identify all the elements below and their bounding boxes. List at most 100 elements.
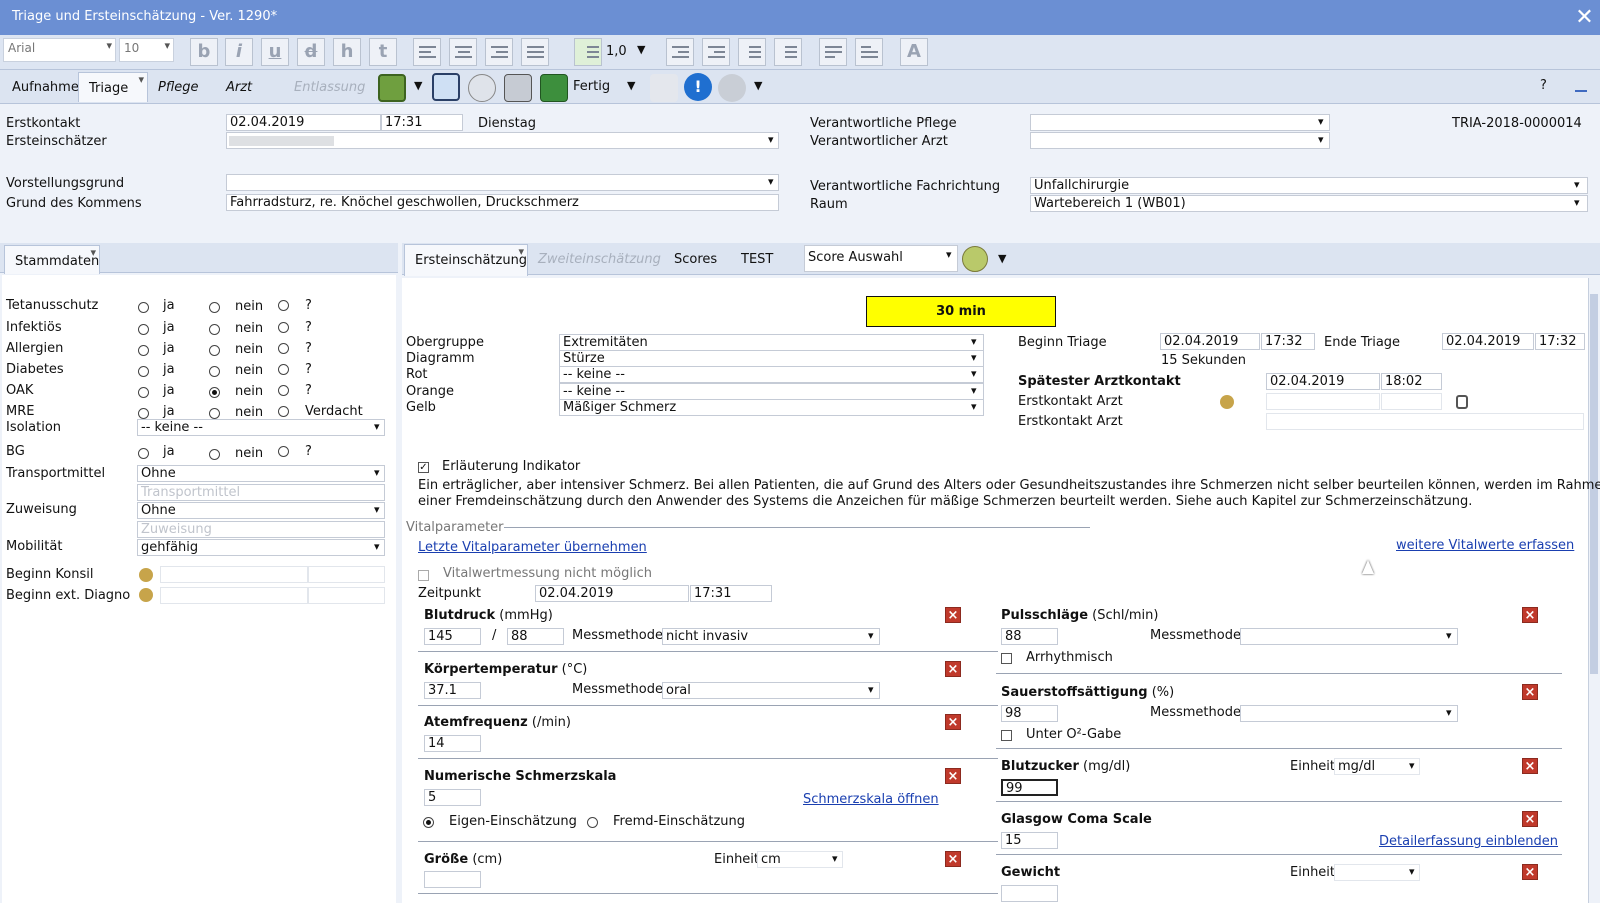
ja-radio[interactable]	[138, 345, 149, 356]
zeitpunkt-time[interactable]: 17:31	[690, 585, 772, 602]
erstkontakt-arzt-date[interactable]	[1266, 393, 1380, 410]
rot-select[interactable]: -- keine --	[559, 366, 984, 383]
superscript-icon[interactable]: h	[333, 38, 361, 66]
align-justify-icon[interactable]	[521, 38, 549, 66]
paragraph-top-icon[interactable]	[819, 38, 847, 66]
unknown-radio[interactable]	[278, 343, 289, 354]
diagno-date-input[interactable]	[160, 587, 308, 604]
add-person-icon[interactable]	[1220, 395, 1234, 409]
blutzucker-dropdown-icon[interactable]: ▾	[1409, 759, 1415, 772]
gelb-select[interactable]: Mäßiger Schmerz	[559, 399, 984, 416]
align-center-icon[interactable]	[449, 38, 477, 66]
bold-icon[interactable]: b	[190, 38, 218, 66]
raum-select[interactable]: Wartebereich 1 (WB01)	[1030, 195, 1588, 212]
tab-ersteinschaetzung[interactable]: Ersteinschätzung	[404, 244, 528, 276]
arzt-select[interactable]	[1030, 132, 1330, 149]
isolation-dropdown-icon[interactable]: ▾	[374, 420, 380, 433]
layout-dropdown-icon[interactable]: ▼	[414, 79, 422, 92]
tab-aufnahme[interactable]: Aufnahme	[2, 72, 89, 102]
raum-dropdown-icon[interactable]: ▾	[1574, 196, 1580, 209]
timer-dropdown-icon[interactable]: ▼	[998, 252, 1006, 265]
ende-triage-date[interactable]: 02.04.2019	[1442, 333, 1534, 350]
help-icon[interactable]: ?	[1540, 78, 1547, 93]
mobilitaet-select[interactable]: gehfähig	[137, 539, 385, 556]
blutdruck-dia-input[interactable]: 88	[507, 628, 564, 645]
vorstellungsgrund-select[interactable]	[226, 174, 779, 191]
ja-radio[interactable]	[138, 302, 149, 313]
fertig-dropdown-icon[interactable]: ▼	[627, 79, 635, 92]
blutdruck-dropdown-icon[interactable]: ▾	[868, 629, 874, 642]
tab-test[interactable]: TEST	[731, 244, 783, 274]
nicht-moeglich-checkbox[interactable]	[418, 570, 429, 581]
gelb-dropdown-icon[interactable]: ▾	[971, 400, 977, 413]
grund-input[interactable]: Fahrradsturz, re. Knöchel geschwollen, D…	[226, 194, 779, 211]
ja-radio[interactable]	[138, 387, 149, 398]
bg-unknown-radio[interactable]	[278, 446, 289, 457]
remove-temperatur-icon[interactable]: ×	[945, 661, 961, 677]
remove-atemfrequenz-icon[interactable]: ×	[945, 714, 961, 730]
arrhythmisch-checkbox[interactable]	[1001, 653, 1012, 664]
bg-nein-radio[interactable]	[209, 449, 220, 460]
remove-puls-icon[interactable]: ×	[1522, 607, 1538, 623]
underline-icon[interactable]: u	[261, 38, 289, 66]
remove-gewicht-icon[interactable]: ×	[1522, 864, 1538, 880]
unknown-radio[interactable]	[278, 406, 289, 417]
nein-radio[interactable]	[209, 324, 220, 335]
nein-radio[interactable]	[209, 408, 220, 419]
line-spacing-dropdown-icon[interactable]: ▼	[637, 43, 645, 56]
tab-stammdaten[interactable]: Stammdaten	[4, 245, 100, 274]
pflege-select[interactable]	[1030, 114, 1330, 131]
arzt-dropdown-icon[interactable]: ▾	[1318, 133, 1324, 146]
schmerzskala-input[interactable]: 5	[424, 789, 481, 806]
temperatur-input[interactable]: 37.1	[424, 682, 481, 699]
unknown-radio[interactable]	[278, 385, 289, 396]
tab-pflege[interactable]: Pflege	[148, 72, 209, 102]
diagno-time-input[interactable]	[308, 587, 385, 604]
clock-icon[interactable]	[468, 74, 496, 102]
blutzucker-einheit-select[interactable]: mg/dl	[1334, 758, 1420, 775]
score-select[interactable]: Score Auswahl	[804, 245, 958, 272]
paragraph-bottom-icon[interactable]	[855, 38, 883, 66]
unknown-radio[interactable]	[278, 322, 289, 333]
numbered-list-icon[interactable]	[738, 38, 766, 66]
fertig-button[interactable]: Fertig	[573, 79, 610, 94]
schmerzskala-link[interactable]: Schmerzskala öffnen	[803, 792, 939, 807]
align-right-icon[interactable]	[485, 38, 513, 66]
vorstellungsgrund-dropdown-icon[interactable]: ▾	[768, 175, 774, 188]
remove-sao2-icon[interactable]: ×	[1522, 684, 1538, 700]
minimize-icon[interactable]	[1575, 90, 1587, 92]
gcs-detail-link[interactable]: Detailerfassung einblenden	[1379, 834, 1558, 849]
strikethrough-icon[interactable]: d	[297, 38, 325, 66]
letzte-vitalparameter-link[interactable]: Letzte Vitalparameter übernehmen	[418, 540, 647, 555]
ja-radio[interactable]	[138, 366, 149, 377]
obergruppe-select[interactable]: Extremitäten	[559, 334, 984, 351]
blutdruck-sys-input[interactable]: 145	[424, 628, 481, 645]
font-color-icon[interactable]: A	[900, 38, 928, 66]
ersteinschaetzer-dropdown-icon[interactable]: ▾	[768, 133, 774, 146]
timer-icon[interactable]	[962, 246, 988, 272]
zeitpunkt-date[interactable]: 02.04.2019	[535, 585, 689, 602]
ende-triage-time[interactable]: 17:32	[1535, 333, 1585, 350]
transport-select[interactable]: Ohne	[137, 465, 385, 482]
bg-ja-radio[interactable]	[138, 448, 149, 459]
fremd-einschaetzung-radio[interactable]	[587, 817, 598, 828]
zuweisung-select[interactable]: Ohne	[137, 502, 385, 519]
groesse-dropdown-icon[interactable]: ▾	[832, 852, 838, 865]
subscript-icon[interactable]: t	[369, 38, 397, 66]
remove-groesse-icon[interactable]: ×	[945, 851, 961, 867]
nein-radio[interactable]	[209, 345, 220, 356]
tab-triage[interactable]: Triage	[78, 72, 148, 102]
save-check-icon[interactable]	[540, 74, 568, 102]
eigen-einschaetzung-radio[interactable]	[423, 817, 434, 828]
add-person-icon[interactable]	[139, 588, 153, 602]
tab-arzt[interactable]: Arzt	[216, 72, 262, 102]
gewicht-dropdown-icon[interactable]: ▾	[1409, 865, 1415, 878]
puls-dropdown-icon[interactable]: ▾	[1446, 629, 1452, 642]
orange-dropdown-icon[interactable]: ▾	[971, 384, 977, 397]
puls-messmethode-select[interactable]	[1240, 628, 1458, 645]
unknown-radio[interactable]	[278, 364, 289, 375]
orange-select[interactable]: -- keine --	[559, 383, 984, 400]
konsil-date-input[interactable]	[160, 566, 308, 583]
align-left-icon[interactable]	[413, 38, 441, 66]
temperatur-messmethode-select[interactable]: oral	[662, 682, 880, 699]
